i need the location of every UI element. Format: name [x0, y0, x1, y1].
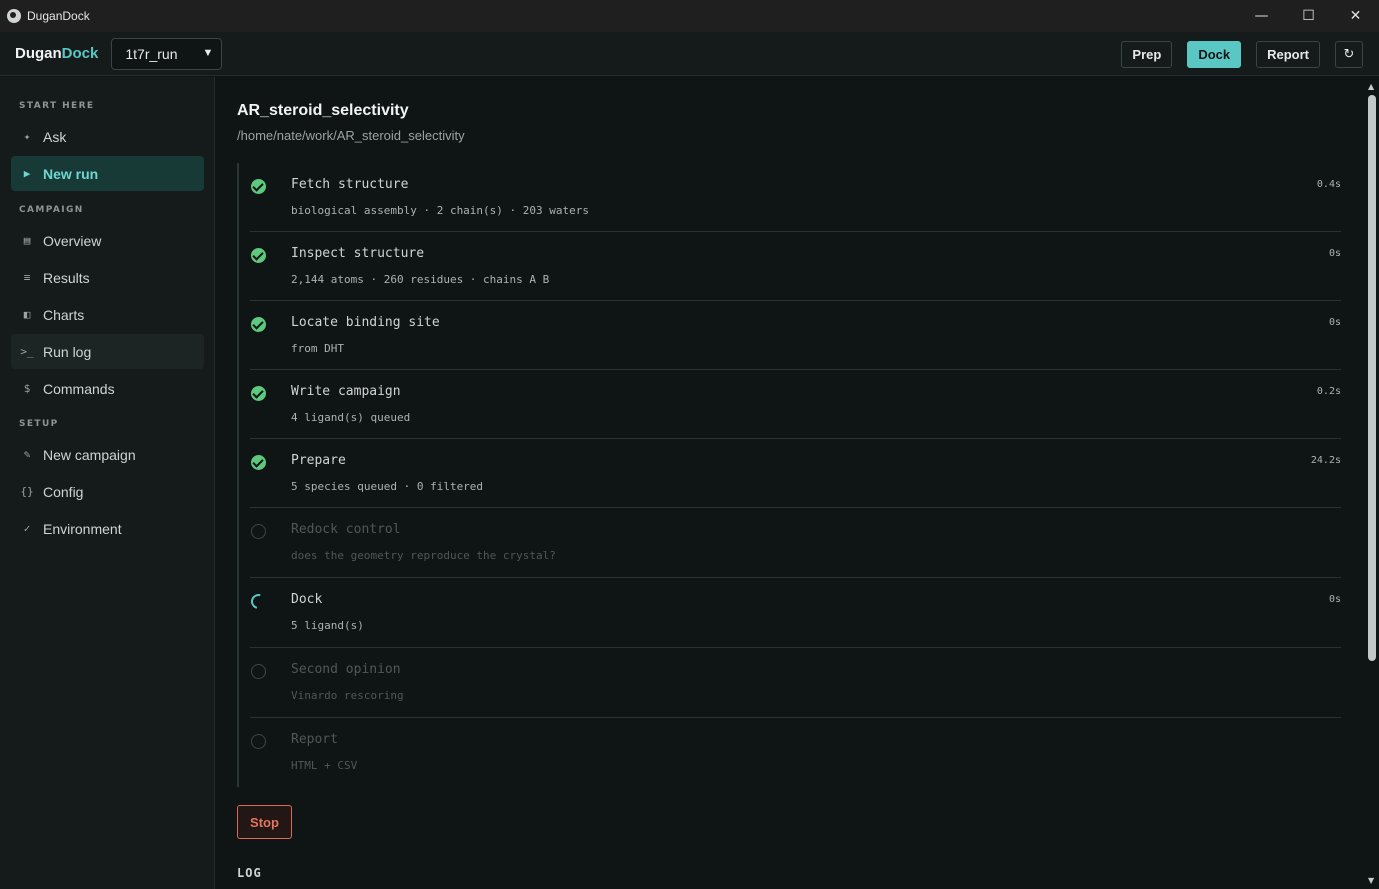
- window-titlebar: DuganDock — ☐ ✕: [0, 0, 1379, 32]
- minimize-icon[interactable]: —: [1238, 0, 1285, 32]
- step-locate-binding-site: Locate binding site from DHT 0s: [250, 301, 1341, 370]
- section-label-setup: SETUP: [19, 419, 59, 429]
- done-check-icon: [251, 179, 266, 194]
- done-check-icon: [251, 386, 266, 401]
- scroll-up-icon[interactable]: ▲: [1368, 82, 1374, 91]
- done-check-icon: [251, 248, 266, 263]
- report-button[interactable]: Report: [1256, 40, 1320, 68]
- section-label-start: START HERE: [19, 101, 95, 111]
- sidebar: START HERE ✦ Ask ▶ New run CAMPAIGN ▤ Overv…: [0, 77, 215, 889]
- app-globe-icon: [7, 9, 21, 23]
- sidebar-item-charts[interactable]: ◧ Charts: [11, 297, 204, 332]
- play-icon: ▶: [23, 167, 31, 180]
- page-title: AR_steroid_selectivity: [237, 102, 409, 119]
- step-redock-control: Redock control does the geometry reprodu…: [250, 508, 1341, 578]
- step-report: Report HTML + CSV: [250, 718, 1341, 787]
- maximize-icon[interactable]: ☐: [1285, 0, 1332, 32]
- main-scrollbar[interactable]: ▲ ▼: [1365, 77, 1379, 889]
- spinner-icon: [248, 591, 269, 612]
- step-dock: Dock 5 ligand(s) 0s: [248, 578, 1341, 648]
- sidebar-item-config[interactable]: {} Config: [11, 474, 204, 509]
- done-check-icon: [251, 455, 266, 470]
- sidebar-item-new-run[interactable]: ▶ New run: [11, 156, 204, 191]
- sparkle-icon: ✦: [23, 130, 31, 143]
- run-select-value: 1t7r_run: [125, 45, 178, 62]
- sidebar-item-new-campaign[interactable]: ✎ New campaign: [11, 437, 204, 472]
- list-icon: ≡: [23, 271, 31, 284]
- dollar-icon: $: [23, 382, 31, 395]
- brand-logo: DuganDock: [15, 45, 99, 62]
- page-path: /home/nate/work/AR_steroid_selectivity: [237, 128, 465, 143]
- step-fetch-structure: Fetch structure biological assembly · 2 …: [250, 163, 1341, 232]
- sidebar-item-commands[interactable]: $ Commands: [11, 371, 204, 406]
- window-controls: — ☐ ✕: [1238, 0, 1379, 32]
- run-select[interactable]: 1t7r_run ▼: [111, 37, 223, 70]
- terminal-icon: >_: [20, 345, 34, 358]
- sidebar-item-run-log[interactable]: >_ Run log: [11, 334, 204, 369]
- sidebar-item-ask[interactable]: ✦ Ask: [11, 119, 204, 154]
- braces-icon: {}: [20, 485, 34, 498]
- stop-button[interactable]: Stop: [237, 805, 292, 839]
- pending-circle-icon: [251, 734, 266, 749]
- check-icon: ✓: [23, 522, 31, 535]
- chevron-down-icon: ▼: [202, 46, 214, 59]
- overview-icon: ▤: [23, 234, 31, 247]
- step-prepare: Prepare 5 species queued · 0 filtered 24…: [250, 439, 1341, 508]
- sidebar-item-environment[interactable]: ✓ Environment: [11, 511, 204, 546]
- dock-button[interactable]: Dock: [1187, 40, 1242, 68]
- done-check-icon: [251, 317, 266, 332]
- window-title: DuganDock: [27, 9, 90, 23]
- log-heading: LOG: [237, 866, 262, 880]
- top-actions: Prep Dock Report ↻: [1106, 32, 1379, 76]
- pending-circle-icon: [251, 664, 266, 679]
- close-icon[interactable]: ✕: [1332, 0, 1379, 32]
- pipeline-steps: Fetch structure biological assembly · 2 …: [237, 163, 1341, 787]
- app-header: DuganDock 1t7r_run ▼ Prep Dock Report ↻: [0, 32, 1379, 76]
- refresh-icon: ↻: [1343, 46, 1355, 62]
- step-inspect-structure: Inspect structure 2,144 atoms · 260 resi…: [250, 232, 1341, 301]
- main-panel: AR_steroid_selectivity /home/nate/work/A…: [216, 77, 1379, 889]
- scrollbar-thumb[interactable]: [1368, 95, 1376, 661]
- step-second-opinion: Second opinion Vinardo rescoring: [250, 648, 1341, 718]
- sidebar-item-results[interactable]: ≡ Results: [11, 260, 204, 295]
- section-label-campaign: CAMPAIGN: [19, 205, 84, 215]
- sidebar-item-overview[interactable]: ▤ Overview: [11, 223, 204, 258]
- scroll-down-icon[interactable]: ▼: [1368, 876, 1374, 885]
- prep-button[interactable]: Prep: [1121, 40, 1173, 68]
- refresh-button[interactable]: ↻: [1335, 40, 1363, 68]
- step-write-campaign: Write campaign 4 ligand(s) queued 0.2s: [250, 370, 1341, 439]
- chart-icon: ◧: [23, 308, 31, 321]
- pencil-icon: ✎: [23, 448, 31, 461]
- pending-circle-icon: [251, 524, 266, 539]
